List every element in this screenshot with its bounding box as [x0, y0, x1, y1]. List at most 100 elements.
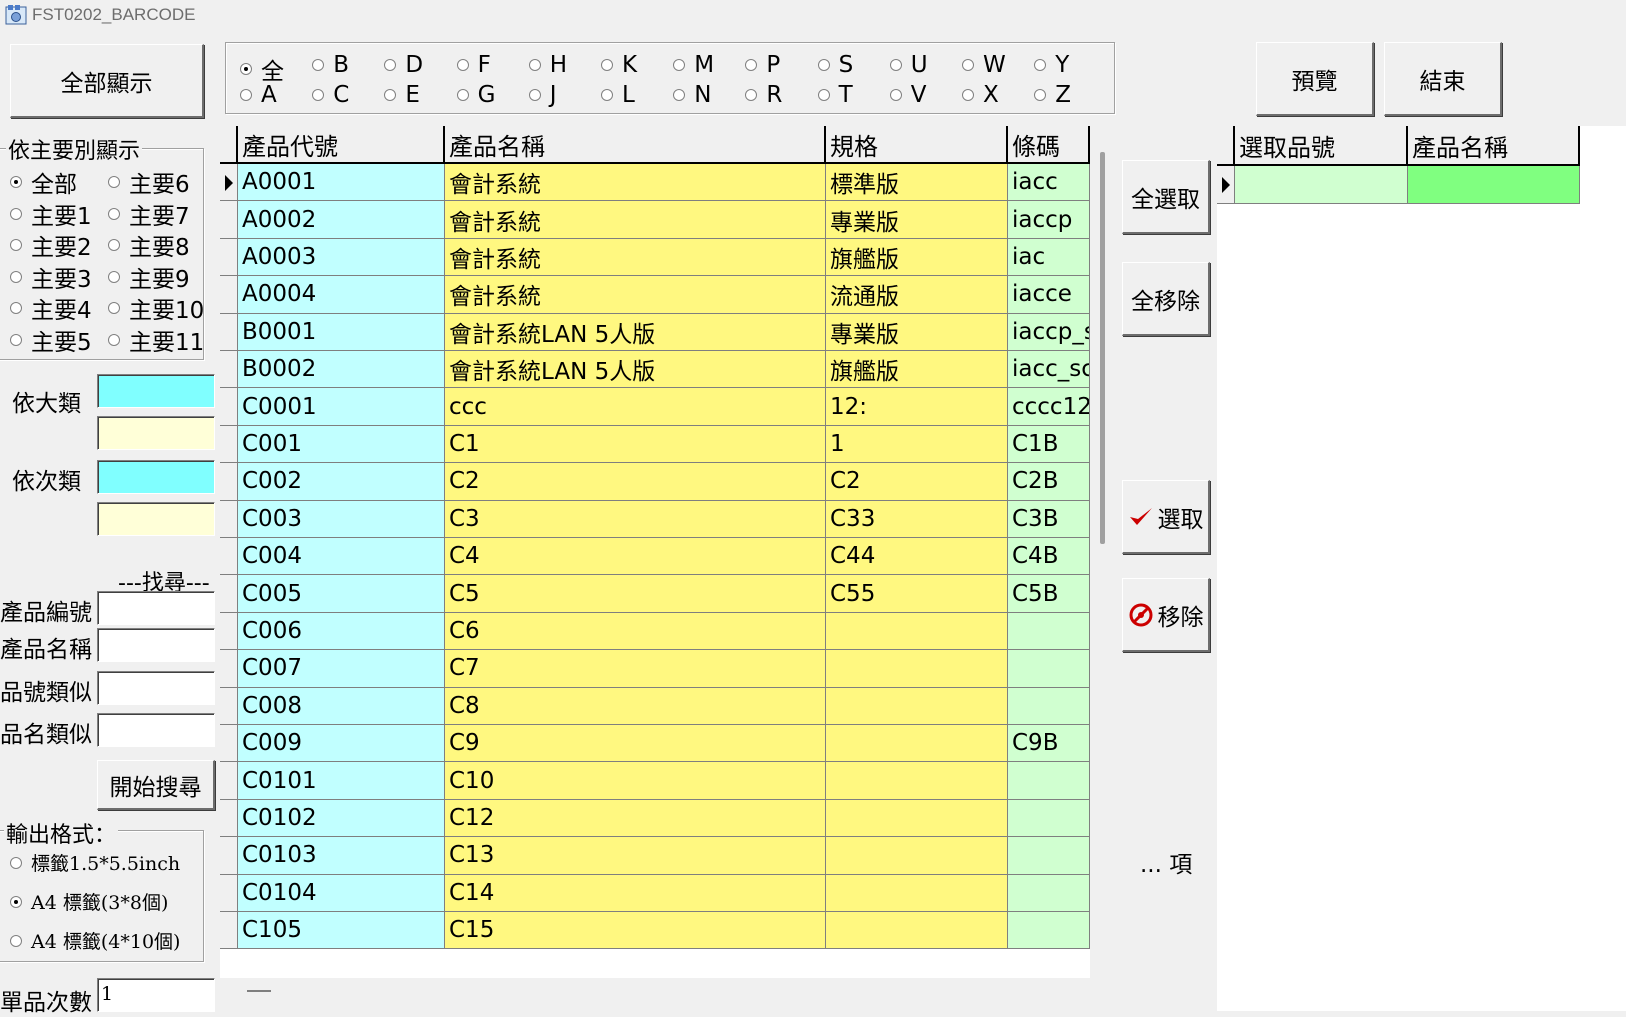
row-indicator[interactable] [220, 762, 238, 800]
spec-cell[interactable]: 12: [826, 388, 1008, 426]
spec-cell[interactable]: 專業版 [826, 201, 1008, 239]
row-indicator[interactable] [220, 351, 238, 389]
code-cell[interactable]: C006 [238, 612, 445, 651]
barcode-cell[interactable] [1008, 837, 1090, 875]
letter-radio[interactable]: A [240, 82, 277, 108]
selected-name-cell[interactable] [1408, 166, 1580, 204]
barcode-cell[interactable]: cccc12 [1008, 388, 1090, 426]
letter-radio[interactable]: L [601, 82, 635, 108]
output-format-radio[interactable]: 標籤1.5*5.5inch [10, 849, 180, 876]
row-indicator[interactable] [220, 313, 238, 351]
name-cell[interactable]: C2 [445, 463, 826, 501]
letter-radio[interactable]: V [889, 82, 927, 108]
barcode-cell[interactable] [1008, 799, 1090, 838]
selected-code-cell[interactable] [1235, 166, 1408, 204]
header-selected-code[interactable]: 選取品號 [1235, 126, 1408, 166]
row-indicator[interactable] [220, 799, 238, 838]
row-indicator[interactable] [220, 201, 238, 239]
code-cell[interactable]: C0101 [238, 762, 445, 800]
letter-radio[interactable]: N [673, 82, 711, 108]
row-indicator[interactable] [220, 912, 238, 950]
select-all-button[interactable]: 全選取 [1122, 160, 1210, 234]
barcode-cell[interactable] [1008, 687, 1090, 725]
name-cell[interactable]: C8 [445, 687, 826, 725]
letter-radio[interactable]: G [456, 82, 495, 108]
code-cell[interactable]: C009 [238, 725, 445, 763]
name-cell[interactable]: C10 [445, 762, 826, 800]
select-button[interactable]: 選取 [1122, 480, 1210, 554]
main-type-radio[interactable]: 主要1 [10, 197, 92, 231]
main-type-radio[interactable]: 主要5 [10, 323, 92, 357]
row-indicator[interactable] [220, 276, 238, 314]
name-cell[interactable]: C6 [445, 612, 826, 651]
spec-cell[interactable] [826, 687, 1008, 725]
barcode-cell[interactable] [1008, 912, 1090, 950]
spec-cell[interactable]: C2 [826, 463, 1008, 501]
output-format-radio[interactable]: A4 標籤(3*8個) [10, 888, 168, 915]
spec-cell[interactable] [826, 725, 1008, 763]
header-product-code[interactable]: 產品代號 [238, 126, 445, 164]
row-indicator[interactable] [220, 538, 238, 576]
barcode-cell[interactable] [1008, 874, 1090, 912]
header-selected-name[interactable]: 產品名稱 [1408, 126, 1580, 166]
code-cell[interactable]: A0002 [238, 201, 445, 239]
spec-cell[interactable] [826, 874, 1008, 912]
letter-radio[interactable]: M [673, 52, 714, 78]
show-all-button[interactable]: 全部顯示 [10, 44, 204, 118]
name-cell[interactable]: 會計系統 [445, 201, 826, 239]
row-indicator[interactable] [220, 463, 238, 501]
code-cell[interactable]: B0002 [238, 351, 445, 389]
big-class-name-field[interactable] [97, 416, 215, 450]
spec-cell[interactable] [826, 912, 1008, 950]
spec-cell[interactable]: 1 [826, 425, 1008, 464]
start-search-button[interactable]: 開始搜尋 [97, 760, 215, 810]
main-type-radio[interactable]: 主要3 [10, 260, 92, 294]
letter-radio[interactable]: D [384, 52, 423, 78]
name-cell[interactable]: C15 [445, 912, 826, 950]
row-indicator[interactable] [220, 874, 238, 912]
spec-cell[interactable]: 專業版 [826, 313, 1008, 351]
row-indicator[interactable] [220, 575, 238, 613]
selected-grid[interactable]: 選取品號 產品名稱 [1217, 126, 1626, 1011]
letter-radio[interactable]: S [817, 52, 853, 78]
barcode-cell[interactable] [1008, 612, 1090, 651]
code-cell[interactable]: C0103 [238, 837, 445, 875]
code-cell[interactable]: C002 [238, 463, 445, 501]
letter-radio[interactable]: X [962, 82, 999, 108]
name-cell[interactable]: 會計系統 [445, 276, 826, 314]
letter-radio[interactable]: R [745, 82, 782, 108]
barcode-cell[interactable]: iacc_sc [1008, 351, 1090, 389]
row-indicator[interactable] [220, 164, 238, 202]
main-type-radio[interactable]: 主要10 [108, 291, 204, 325]
letter-radio[interactable]: H [528, 52, 567, 78]
main-type-radio[interactable]: 主要7 [108, 197, 190, 231]
output-format-radio[interactable]: A4 標籤(4*10個) [10, 927, 180, 954]
spec-cell[interactable]: 旗艦版 [826, 238, 1008, 277]
barcode-cell[interactable]: C2B [1008, 463, 1090, 501]
letter-radio[interactable]: Z [1034, 82, 1071, 108]
selected-row-indicator[interactable] [1217, 166, 1235, 204]
main-type-radio[interactable]: 主要2 [10, 228, 92, 262]
letter-radio[interactable]: B [312, 52, 349, 78]
remove-button[interactable]: 移除 [1122, 578, 1210, 652]
code-cell[interactable]: C001 [238, 425, 445, 464]
letter-radio[interactable]: W [962, 52, 1006, 78]
letter-radio[interactable]: 全 [240, 52, 284, 86]
name-cell[interactable]: 會計系統 [445, 164, 826, 202]
spec-cell[interactable]: C44 [826, 538, 1008, 576]
code-cell[interactable]: C007 [238, 650, 445, 688]
barcode-cell[interactable]: iaccp_s [1008, 313, 1090, 351]
code-cell[interactable]: C105 [238, 912, 445, 950]
code-cell[interactable]: C0104 [238, 874, 445, 912]
code-cell[interactable]: C0102 [238, 799, 445, 838]
main-type-radio[interactable]: 全部 [10, 165, 77, 199]
name-cell[interactable]: C9 [445, 725, 826, 763]
row-indicator[interactable] [220, 238, 238, 277]
name-cell[interactable]: C3 [445, 500, 826, 538]
barcode-cell[interactable] [1008, 650, 1090, 688]
name-cell[interactable]: C7 [445, 650, 826, 688]
row-indicator[interactable] [220, 725, 238, 763]
letter-radio[interactable]: J [528, 82, 557, 108]
name-cell[interactable]: C12 [445, 799, 826, 838]
letter-radio[interactable]: K [601, 52, 637, 78]
